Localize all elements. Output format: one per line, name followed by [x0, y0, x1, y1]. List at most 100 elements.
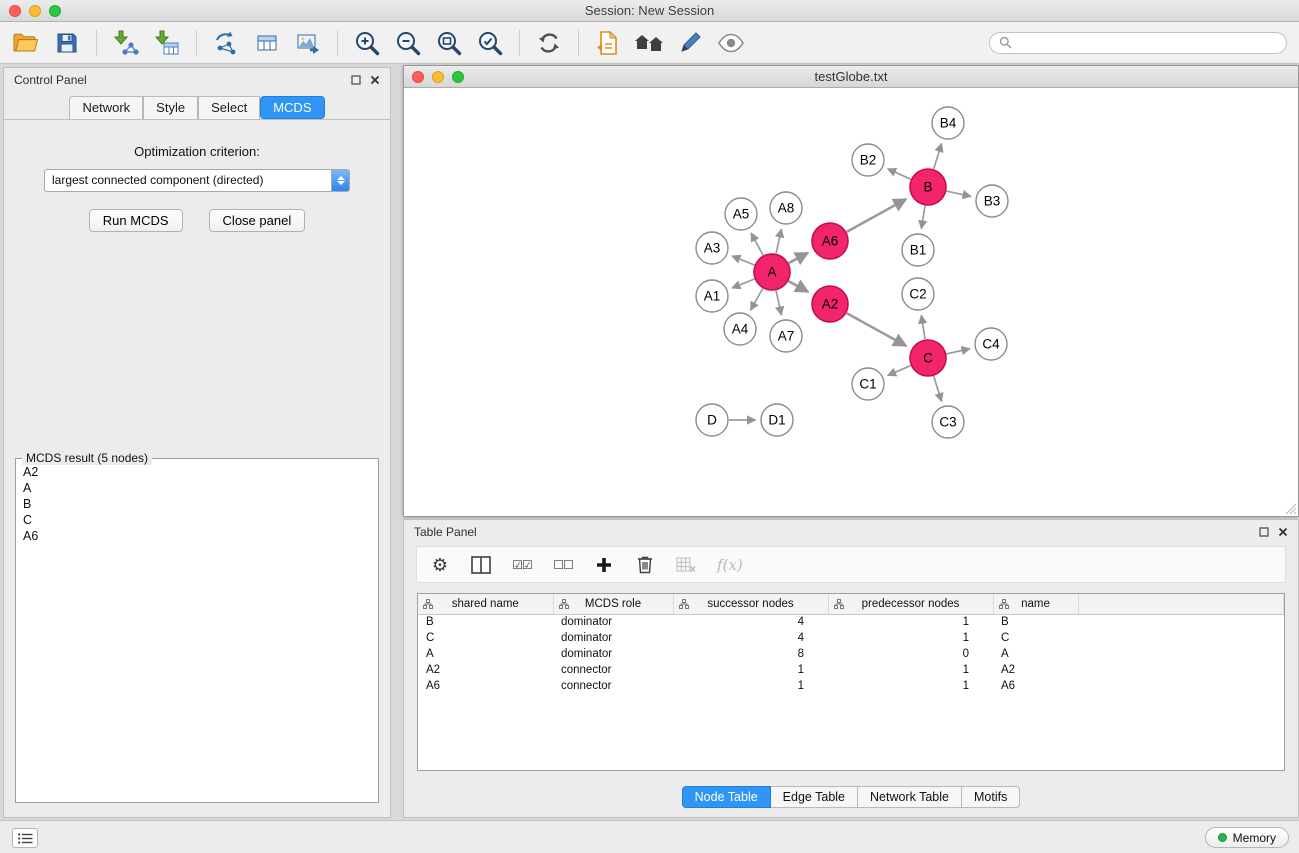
function-builder-icon[interactable]: f(x) [717, 556, 743, 574]
mcds-result-item[interactable]: B [23, 496, 371, 512]
graph-edge-C-C2[interactable] [921, 315, 925, 339]
graph-edge-B-B3[interactable] [947, 191, 971, 196]
toolbar-separator [578, 30, 579, 56]
graph-node-label: A [767, 265, 776, 280]
search-field[interactable] [989, 32, 1287, 54]
table-cell: 8 [673, 646, 828, 662]
tab-network-table[interactable]: Network Table [858, 786, 962, 808]
show-columns-icon[interactable] [471, 556, 491, 574]
select-all-icon[interactable]: ☑☑ [512, 559, 532, 571]
delete-column-trash-icon[interactable] [635, 555, 655, 574]
search-icon [999, 36, 1012, 49]
run-mcds-button[interactable]: Run MCDS [89, 209, 183, 232]
open-session-icon[interactable] [10, 27, 42, 59]
optimization-criterion-label: Optimization criterion: [4, 144, 390, 159]
float-panel-icon[interactable] [351, 75, 361, 85]
network-graph[interactable]: AA1A2A3A4A5A6A7A8BB1B2B3B4CC1C2C3C4DD1 [404, 88, 1298, 516]
dropdown-stepper-icon[interactable] [331, 170, 349, 191]
search-input[interactable] [1017, 36, 1277, 50]
close-panel-icon[interactable] [1278, 527, 1288, 537]
tab-motifs[interactable]: Motifs [962, 786, 1020, 808]
graph-node-label: A7 [778, 329, 795, 344]
import-table-file-icon[interactable] [151, 27, 183, 59]
column-header-name[interactable]: name [993, 594, 1078, 614]
graph-edge-A-A4[interactable] [751, 289, 763, 311]
tab-select[interactable]: Select [198, 96, 260, 119]
tab-mcds[interactable]: MCDS [260, 96, 324, 119]
memory-button[interactable]: Memory [1205, 827, 1289, 848]
deselect-all-icon[interactable]: ☐☐ [553, 559, 573, 571]
maximize-window-button[interactable] [49, 5, 61, 17]
table-cell: connector [553, 662, 673, 678]
zoom-selected-icon[interactable] [474, 27, 506, 59]
table-cell: A6 [418, 678, 553, 694]
mcds-result-item[interactable]: A6 [23, 528, 371, 544]
mcds-result-item[interactable]: A2 [23, 464, 371, 480]
graph-edge-B-B2[interactable] [888, 169, 911, 179]
home-icon[interactable] [633, 27, 665, 59]
graph-edge-B-B4[interactable] [934, 144, 942, 169]
column-header-successor-nodes[interactable]: successor nodes [673, 594, 828, 614]
zoom-out-icon[interactable] [392, 27, 424, 59]
column-header-shared-name[interactable]: shared name [418, 594, 553, 614]
graph-edge-A-A3[interactable] [732, 256, 754, 265]
column-header-predecessor-nodes[interactable]: predecessor nodes [828, 594, 993, 614]
new-table-icon[interactable] [251, 27, 283, 59]
new-network-icon[interactable] [210, 27, 242, 59]
refresh-icon[interactable] [533, 27, 565, 59]
task-history-button[interactable] [12, 828, 38, 848]
table-cell: 4 [673, 614, 828, 630]
save-session-icon[interactable] [51, 27, 83, 59]
network-document-icon[interactable] [592, 27, 624, 59]
tab-style[interactable]: Style [143, 96, 198, 119]
table-row[interactable]: Bdominator41B [418, 614, 1284, 630]
mcds-result-box: MCDS result (5 nodes) A2ABCA6 [15, 458, 379, 803]
float-panel-icon[interactable] [1259, 527, 1269, 537]
graph-edge-C-C4[interactable] [947, 349, 970, 354]
tab-edge-table[interactable]: Edge Table [771, 786, 858, 808]
resize-grip-icon[interactable] [1285, 503, 1297, 515]
tab-network[interactable]: Network [69, 96, 143, 119]
paint-style-icon[interactable] [674, 27, 706, 59]
table-row[interactable]: A2connector11A2 [418, 662, 1284, 678]
minimize-window-button[interactable] [29, 5, 41, 17]
close-window-button[interactable] [9, 5, 21, 17]
eye-icon[interactable] [715, 27, 747, 59]
export-image-icon[interactable] [292, 27, 324, 59]
table-row[interactable]: Adominator80A [418, 646, 1284, 662]
graph-edge-A-A5[interactable] [751, 233, 763, 255]
graph-edge-A-A6[interactable] [789, 253, 808, 263]
graph-edge-A-A8[interactable] [776, 229, 781, 253]
table-settings-gear-icon[interactable]: ⚙ [430, 556, 450, 574]
graph-edge-A6-B[interactable] [847, 199, 907, 232]
network-window-titlebar[interactable]: testGlobe.txt [404, 66, 1298, 88]
table-row[interactable]: Cdominator41C [418, 630, 1284, 646]
network-maximize-button[interactable] [452, 71, 464, 83]
mcds-result-item[interactable]: C [23, 512, 371, 528]
close-panel-icon[interactable] [370, 75, 380, 85]
zoom-fit-icon[interactable] [433, 27, 465, 59]
criterion-dropdown[interactable]: largest connected component (directed) [44, 169, 350, 192]
network-close-button[interactable] [412, 71, 424, 83]
graph-edge-A-A1[interactable] [732, 279, 754, 288]
graph-edge-C-C3[interactable] [934, 376, 942, 401]
graph-edge-A2-C[interactable] [847, 313, 907, 346]
graph-node-label: B1 [910, 243, 927, 258]
delete-table-icon[interactable] [676, 557, 696, 573]
table-panel: Table Panel ⚙ ☑☑ ☐☐ f(x) share [403, 519, 1299, 818]
table-cell: A2 [993, 662, 1078, 678]
import-network-file-icon[interactable] [110, 27, 142, 59]
mcds-result-item[interactable]: A [23, 480, 371, 496]
column-header-MCDS-role[interactable]: MCDS role [553, 594, 673, 614]
graph-edge-B-B1[interactable] [921, 206, 925, 229]
network-minimize-button[interactable] [432, 71, 444, 83]
network-canvas[interactable]: AA1A2A3A4A5A6A7A8BB1B2B3B4CC1C2C3C4DD1 [404, 88, 1298, 516]
graph-edge-A-A2[interactable] [789, 281, 809, 292]
add-column-icon[interactable] [594, 557, 614, 573]
graph-edge-A-A7[interactable] [776, 291, 781, 315]
table-row[interactable]: A6connector11A6 [418, 678, 1284, 694]
zoom-in-icon[interactable] [351, 27, 383, 59]
tab-node-table[interactable]: Node Table [682, 786, 771, 808]
graph-edge-C-C1[interactable] [888, 366, 911, 376]
close-panel-button[interactable]: Close panel [209, 209, 306, 232]
